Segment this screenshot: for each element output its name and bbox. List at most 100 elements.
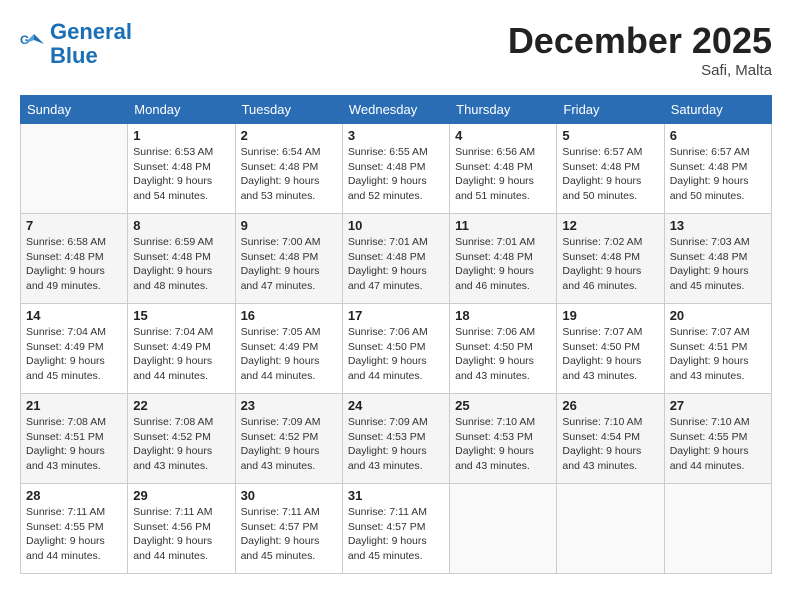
- svg-text:G: G: [20, 33, 29, 47]
- day-cell: 22Sunrise: 7:08 AMSunset: 4:52 PMDayligh…: [128, 394, 235, 484]
- day-cell: 28 Sunrise: 7:11 AMSunset: 4:55 PMDayligh…: [21, 484, 128, 574]
- day-number: 20: [670, 308, 766, 323]
- week-row-3: 14 Sunrise: 7:04 AMSunset: 4:49 PMDayligh…: [21, 304, 772, 394]
- day-number: 1: [133, 128, 229, 143]
- logo: G General Blue: [20, 20, 132, 68]
- day-number: 28: [26, 488, 122, 503]
- day-info: Sunrise: 6:59 AMSunset: 4:48 PMDaylight:…: [133, 235, 229, 294]
- day-cell: 30Sunrise: 7:11 AMSunset: 4:57 PMDayligh…: [235, 484, 342, 574]
- weekday-header-tuesday: Tuesday: [235, 96, 342, 124]
- week-row-4: 21Sunrise: 7:08 AMSunset: 4:51 PMDayligh…: [21, 394, 772, 484]
- day-number: 24: [348, 398, 444, 413]
- day-info: Sunrise: 7:07 AMSunset: 4:50 PMDaylight:…: [562, 325, 658, 384]
- day-cell: 11 Sunrise: 7:01 AMSunset: 4:48 PMDayligh…: [450, 214, 557, 304]
- day-cell: [557, 484, 664, 574]
- day-cell: [664, 484, 771, 574]
- week-row-2: 7Sunrise: 6:58 AMSunset: 4:48 PMDaylight…: [21, 214, 772, 304]
- day-cell: 26Sunrise: 7:10 AMSunset: 4:54 PMDayligh…: [557, 394, 664, 484]
- day-cell: 3 Sunrise: 6:55 AMSunset: 4:48 PMDaylight…: [342, 124, 449, 214]
- day-cell: 20 Sunrise: 7:07 AMSunset: 4:51 PMDayligh…: [664, 304, 771, 394]
- day-number: 11: [455, 218, 551, 233]
- day-cell: 21Sunrise: 7:08 AMSunset: 4:51 PMDayligh…: [21, 394, 128, 484]
- day-number: 27: [670, 398, 766, 413]
- day-cell: 27 Sunrise: 7:10 AMSunset: 4:55 PMDayligh…: [664, 394, 771, 484]
- day-info: Sunrise: 6:58 AMSunset: 4:48 PMDaylight:…: [26, 235, 122, 294]
- day-cell: 5 Sunrise: 6:57 AMSunset: 4:48 PMDaylight…: [557, 124, 664, 214]
- day-info: Sunrise: 7:01 AMSunset: 4:48 PMDaylight:…: [348, 235, 444, 294]
- day-cell: 6 Sunrise: 6:57 AMSunset: 4:48 PMDaylight…: [664, 124, 771, 214]
- day-info: Sunrise: 7:10 AMSunset: 4:54 PMDaylight:…: [562, 415, 658, 474]
- day-number: 3: [348, 128, 444, 143]
- day-info: Sunrise: 7:09 AMSunset: 4:52 PMDaylight:…: [241, 415, 337, 474]
- day-cell: 13 Sunrise: 7:03 AMSunset: 4:48 PMDayligh…: [664, 214, 771, 304]
- day-number: 5: [562, 128, 658, 143]
- day-number: 9: [241, 218, 337, 233]
- day-cell: 12Sunrise: 7:02 AMSunset: 4:48 PMDayligh…: [557, 214, 664, 304]
- day-cell: 8Sunrise: 6:59 AMSunset: 4:48 PMDaylight…: [128, 214, 235, 304]
- page-header: G General Blue December 2025 Safi, Malta: [20, 20, 772, 79]
- day-number: 16: [241, 308, 337, 323]
- day-cell: 15 Sunrise: 7:04 AMSunset: 4:49 PMDayligh…: [128, 304, 235, 394]
- day-cell: 7Sunrise: 6:58 AMSunset: 4:48 PMDaylight…: [21, 214, 128, 304]
- weekday-header-saturday: Saturday: [664, 96, 771, 124]
- day-number: 19: [562, 308, 658, 323]
- logo-text: General Blue: [50, 20, 132, 68]
- day-number: 30: [241, 488, 337, 503]
- day-info: Sunrise: 7:07 AMSunset: 4:51 PMDaylight:…: [670, 325, 766, 384]
- weekday-header-row: SundayMondayTuesdayWednesdayThursdayFrid…: [21, 96, 772, 124]
- day-cell: 1 Sunrise: 6:53 AMSunset: 4:48 PMDaylight…: [128, 124, 235, 214]
- day-info: Sunrise: 7:02 AMSunset: 4:48 PMDaylight:…: [562, 235, 658, 294]
- day-info: Sunrise: 6:54 AMSunset: 4:48 PMDaylight:…: [241, 145, 337, 204]
- day-info: Sunrise: 7:01 AMSunset: 4:48 PMDaylight:…: [455, 235, 551, 294]
- weekday-header-wednesday: Wednesday: [342, 96, 449, 124]
- day-number: 15: [133, 308, 229, 323]
- day-cell: 25 Sunrise: 7:10 AMSunset: 4:53 PMDayligh…: [450, 394, 557, 484]
- day-cell: 23 Sunrise: 7:09 AMSunset: 4:52 PMDayligh…: [235, 394, 342, 484]
- day-info: Sunrise: 6:57 AMSunset: 4:48 PMDaylight:…: [562, 145, 658, 204]
- logo-blue: Blue: [50, 43, 98, 68]
- day-number: 25: [455, 398, 551, 413]
- day-cell: 19 Sunrise: 7:07 AMSunset: 4:50 PMDayligh…: [557, 304, 664, 394]
- day-info: Sunrise: 7:05 AMSunset: 4:49 PMDaylight:…: [241, 325, 337, 384]
- location: Safi, Malta: [508, 62, 772, 79]
- day-number: 23: [241, 398, 337, 413]
- day-info: Sunrise: 7:11 AMSunset: 4:55 PMDaylight:…: [26, 505, 122, 564]
- day-info: Sunrise: 7:06 AMSunset: 4:50 PMDaylight:…: [455, 325, 551, 384]
- day-cell: 10 Sunrise: 7:01 AMSunset: 4:48 PMDayligh…: [342, 214, 449, 304]
- day-cell: 31Sunrise: 7:11 AMSunset: 4:57 PMDayligh…: [342, 484, 449, 574]
- day-info: Sunrise: 6:55 AMSunset: 4:48 PMDaylight:…: [348, 145, 444, 204]
- day-number: 18: [455, 308, 551, 323]
- day-number: 14: [26, 308, 122, 323]
- day-info: Sunrise: 7:08 AMSunset: 4:52 PMDaylight:…: [133, 415, 229, 474]
- day-cell: 17Sunrise: 7:06 AMSunset: 4:50 PMDayligh…: [342, 304, 449, 394]
- logo-icon: G: [20, 30, 48, 58]
- day-cell: 4Sunrise: 6:56 AMSunset: 4:48 PMDaylight…: [450, 124, 557, 214]
- day-number: 10: [348, 218, 444, 233]
- day-info: Sunrise: 7:08 AMSunset: 4:51 PMDaylight:…: [26, 415, 122, 474]
- day-number: 13: [670, 218, 766, 233]
- month-year: December 2025: [508, 20, 772, 62]
- day-cell: 14 Sunrise: 7:04 AMSunset: 4:49 PMDayligh…: [21, 304, 128, 394]
- day-info: Sunrise: 7:10 AMSunset: 4:55 PMDaylight:…: [670, 415, 766, 474]
- day-info: Sunrise: 7:10 AMSunset: 4:53 PMDaylight:…: [455, 415, 551, 474]
- day-cell: 2 Sunrise: 6:54 AMSunset: 4:48 PMDaylight…: [235, 124, 342, 214]
- day-info: Sunrise: 7:04 AMSunset: 4:49 PMDaylight:…: [26, 325, 122, 384]
- day-info: Sunrise: 7:03 AMSunset: 4:48 PMDaylight:…: [670, 235, 766, 294]
- day-info: Sunrise: 6:53 AMSunset: 4:48 PMDaylight:…: [133, 145, 229, 204]
- day-info: Sunrise: 7:00 AMSunset: 4:48 PMDaylight:…: [241, 235, 337, 294]
- weekday-header-friday: Friday: [557, 96, 664, 124]
- weekday-header-sunday: Sunday: [21, 96, 128, 124]
- day-number: 31: [348, 488, 444, 503]
- week-row-5: 28 Sunrise: 7:11 AMSunset: 4:55 PMDayligh…: [21, 484, 772, 574]
- logo-general: General: [50, 19, 132, 44]
- day-info: Sunrise: 7:06 AMSunset: 4:50 PMDaylight:…: [348, 325, 444, 384]
- weekday-header-thursday: Thursday: [450, 96, 557, 124]
- day-info: Sunrise: 7:04 AMSunset: 4:49 PMDaylight:…: [133, 325, 229, 384]
- day-info: Sunrise: 7:11 AMSunset: 4:56 PMDaylight:…: [133, 505, 229, 564]
- title-block: December 2025 Safi, Malta: [508, 20, 772, 79]
- day-cell: 24Sunrise: 7:09 AMSunset: 4:53 PMDayligh…: [342, 394, 449, 484]
- day-info: Sunrise: 6:57 AMSunset: 4:48 PMDaylight:…: [670, 145, 766, 204]
- day-number: 4: [455, 128, 551, 143]
- day-number: 6: [670, 128, 766, 143]
- day-number: 2: [241, 128, 337, 143]
